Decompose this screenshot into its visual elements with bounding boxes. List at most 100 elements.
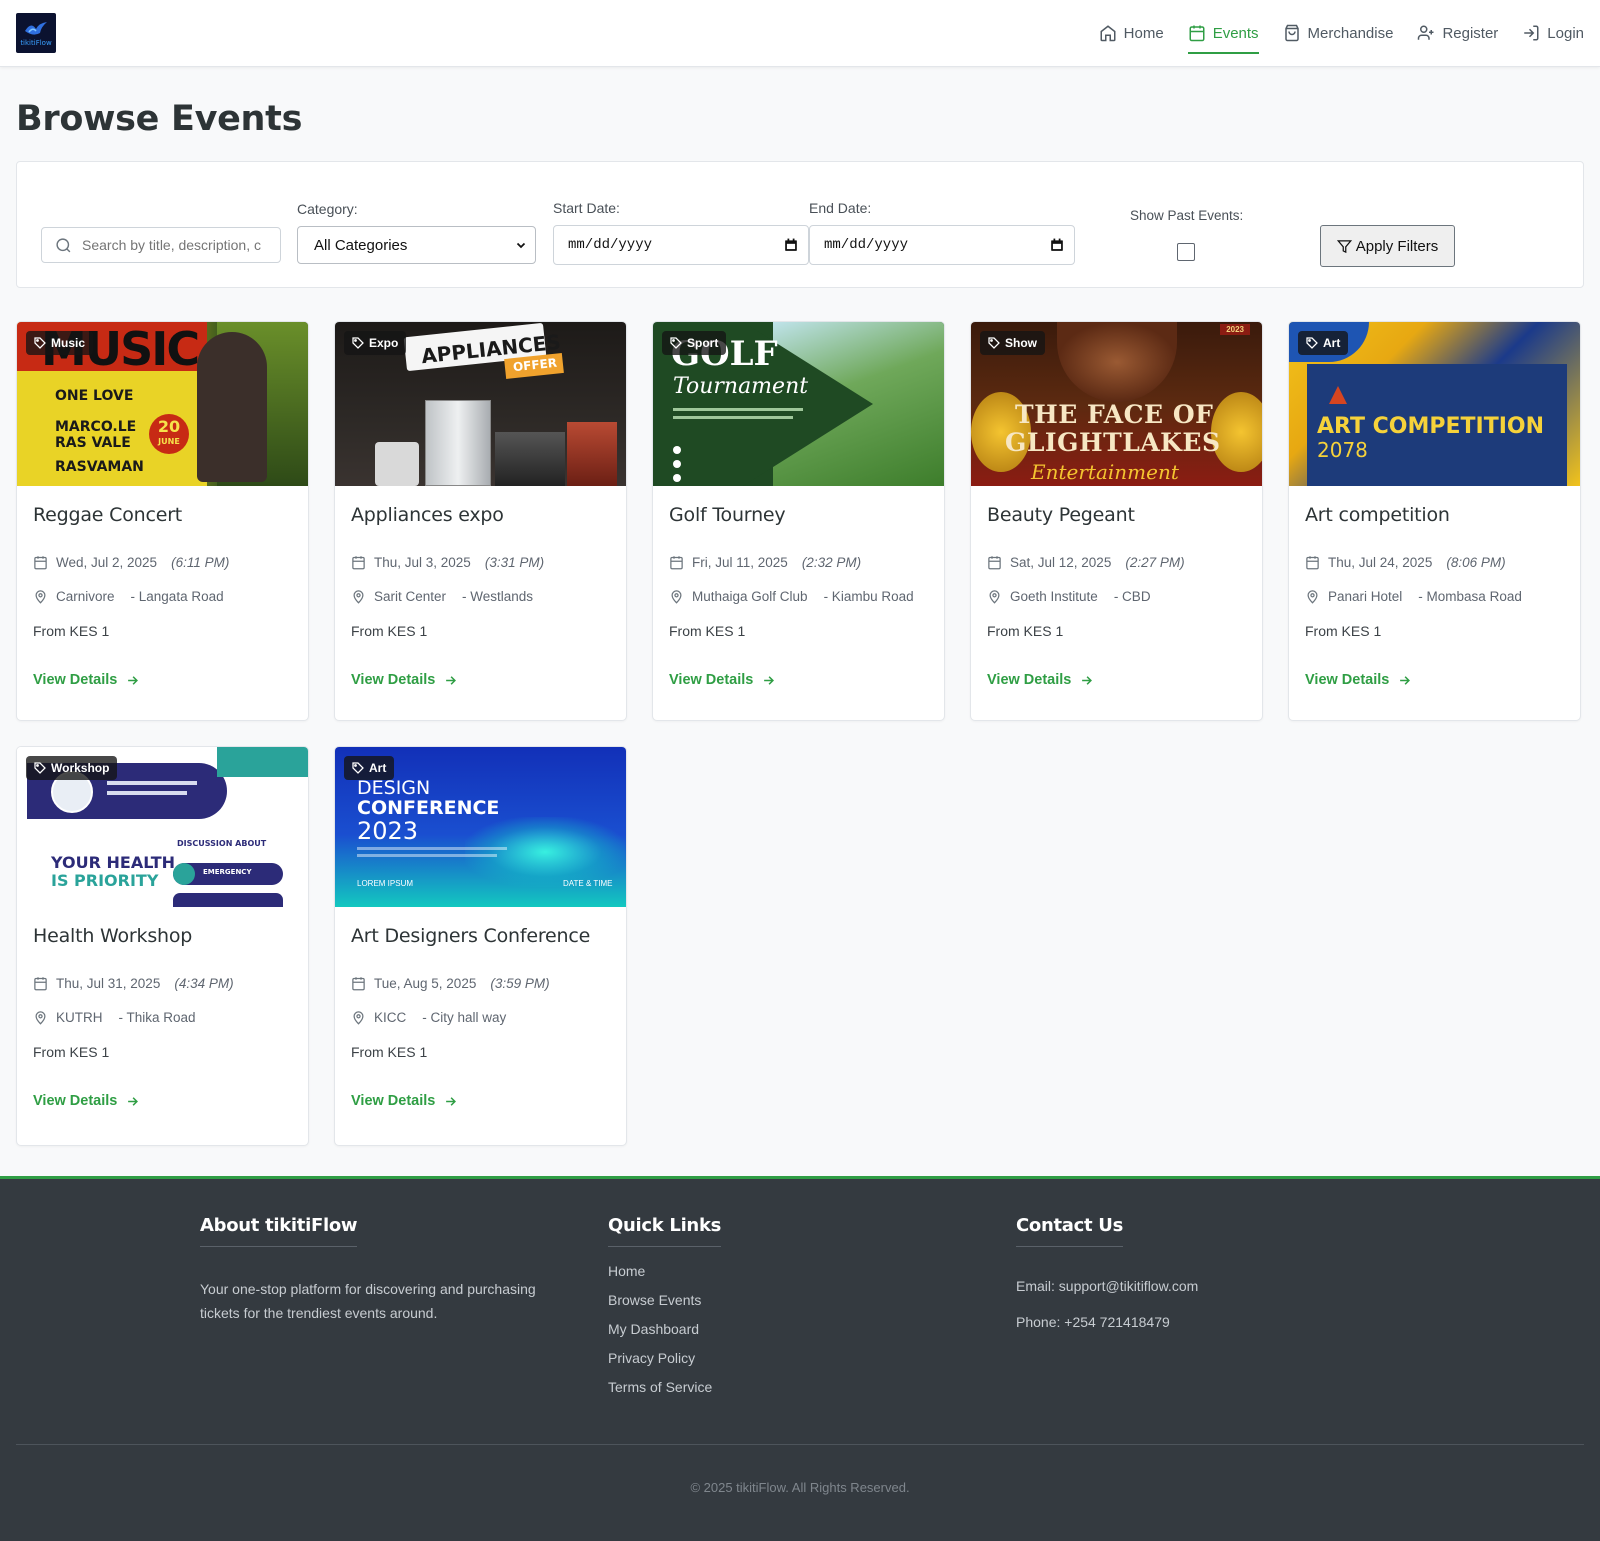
category-label: Category: [297, 201, 358, 217]
event-time-text: (6:11 PM) [171, 555, 230, 570]
poster-text: ONE LOVE [55, 388, 134, 404]
footer-quick-links: Quick Links Home Browse Events My Dashbo… [608, 1215, 721, 1408]
event-card[interactable]: ART COMPETITION 2078 Art Art competition… [1288, 321, 1581, 721]
event-date-text: Wed, Jul 2, 2025 [56, 555, 158, 570]
event-card[interactable]: MUSIC ONE LOVE MARCO.LE RAS VALE RASVAMA… [16, 321, 309, 721]
main-nav: Home Events Merchandise Register Login [1075, 0, 1584, 66]
event-card[interactable]: 2023 THE FACE OF GLIGHTLAKES Entertainme… [970, 321, 1263, 721]
view-details-label: View Details [33, 1093, 118, 1109]
footer-email: Email: support@tikitiflow.com [1016, 1278, 1199, 1294]
footer-link-privacy[interactable]: Privacy Policy [608, 1350, 721, 1366]
event-venue: Goeth Institute [1010, 589, 1098, 604]
view-details-link[interactable]: View Details [987, 672, 1246, 688]
category-badge: Art [1298, 331, 1349, 355]
event-card[interactable]: APPLIANCES OFFER Expo Appliances expo Th… [334, 321, 627, 721]
nav-login[interactable]: Login [1522, 0, 1584, 66]
logo[interactable]: tikitiFlow [16, 13, 56, 53]
login-icon [1524, 25, 1539, 41]
view-details-link[interactable]: View Details [351, 672, 610, 688]
event-card[interactable]: YOUR HEALTH IS PRIORITY DISCUSSION ABOUT… [16, 746, 309, 1146]
footer-links-title: Quick Links [608, 1215, 721, 1247]
footer-link-terms[interactable]: Terms of Service [608, 1379, 721, 1395]
nav-events[interactable]: Events [1187, 0, 1259, 66]
event-location: Goeth Institute - CBD [987, 589, 1246, 604]
search-input[interactable] [82, 237, 272, 253]
poster-date-badge: 20 JUNE [149, 414, 189, 454]
view-details-link[interactable]: View Details [669, 672, 928, 688]
event-price: From KES 1 [1305, 623, 1382, 639]
event-image: DESIGN CONFERENCE 2023 LOREM IPSUM DATE … [335, 747, 626, 907]
footer-about-title: About tikitiFlow [200, 1215, 358, 1247]
search-icon [56, 237, 71, 252]
event-date-text: Fri, Jul 11, 2025 [692, 555, 788, 570]
footer-links-list: Home Browse Events My Dashboard Privacy … [608, 1263, 721, 1395]
top-navbar: tikitiFlow Home Events Merchandise Regis… [0, 0, 1600, 67]
event-date: Thu, Jul 3, 2025 (3:31 PM) [351, 555, 610, 570]
footer-link-browse-events[interactable]: Browse Events [608, 1292, 721, 1308]
poster-text: EMERGENCY [203, 868, 252, 876]
event-time-text: (3:59 PM) [490, 976, 550, 991]
poster-text: MARCO.LE [55, 419, 137, 435]
map-pin-icon [353, 590, 364, 604]
footer-contact-title: Contact Us [1016, 1215, 1123, 1247]
page-title: Browse Events [16, 99, 303, 139]
nav-home[interactable]: Home [1099, 0, 1164, 66]
view-details-link[interactable]: View Details [351, 1093, 610, 1109]
start-date-input[interactable]: mm/dd/yyyy [553, 225, 809, 265]
view-details-link[interactable]: View Details [33, 672, 292, 688]
footer-about-text: Your one-stop platform for discovering a… [200, 1281, 536, 1321]
calendar-icon [1306, 556, 1319, 570]
poster-text: 2023 [1220, 324, 1250, 335]
footer-link-dashboard[interactable]: My Dashboard [608, 1321, 721, 1337]
end-date-input[interactable]: mm/dd/yyyy [809, 225, 1075, 265]
event-area: - CBD [1113, 589, 1151, 604]
view-details-link[interactable]: View Details [1305, 672, 1564, 688]
nav-register[interactable]: Register [1417, 0, 1498, 66]
event-image: 2023 THE FACE OF GLIGHTLAKES Entertainme… [971, 322, 1262, 486]
event-image: APPLIANCES OFFER Expo [335, 322, 626, 486]
event-area: - Kiambu Road [823, 589, 914, 604]
footer-contact: Contact Us Email: support@tikitiflow.com… [1016, 1215, 1198, 1350]
calendar-picker-icon[interactable] [1050, 238, 1064, 252]
poster-text: DATE & TIME [563, 879, 613, 888]
event-card[interactable]: DESIGN CONFERENCE 2023 LOREM IPSUM DATE … [334, 746, 627, 1146]
apply-filters-button[interactable]: Apply Filters [1320, 225, 1455, 267]
search-field[interactable] [41, 227, 281, 263]
event-date: Fri, Jul 11, 2025 (2:32 PM) [669, 555, 928, 570]
event-title: Beauty Pegeant [987, 504, 1135, 526]
view-details-label: View Details [987, 672, 1072, 688]
event-card[interactable]: GOLF Tournament Sport Golf Tourney Fri, … [652, 321, 945, 721]
event-image: YOUR HEALTH IS PRIORITY DISCUSSION ABOUT… [17, 747, 308, 907]
event-location: Muthaiga Golf Club - Kiambu Road [669, 589, 928, 604]
arrow-right-icon [128, 1096, 139, 1106]
event-venue: KICC [374, 1010, 407, 1025]
chevron-down-icon [516, 242, 526, 249]
tag-icon [352, 337, 364, 349]
category-badge-label: Expo [369, 336, 399, 350]
event-time-text: (2:27 PM) [1125, 555, 1185, 570]
calendar-icon [988, 556, 1001, 570]
event-location: KICC - City hall way [351, 1010, 610, 1025]
arrow-right-icon [1082, 675, 1093, 685]
category-select[interactable]: All Categories [297, 226, 536, 264]
event-image: GOLF Tournament Sport [653, 322, 944, 486]
nav-login-label: Login [1547, 24, 1584, 42]
show-past-checkbox[interactable] [1177, 243, 1195, 261]
event-area: - City hall way [422, 1010, 507, 1025]
footer-link-home[interactable]: Home [608, 1263, 721, 1279]
nav-merchandise[interactable]: Merchandise [1283, 0, 1394, 66]
tag-icon [352, 762, 364, 774]
poster-text: 2078 [1317, 438, 1368, 462]
event-price: From KES 1 [351, 623, 428, 639]
event-date-text: Tue, Aug 5, 2025 [374, 976, 477, 991]
event-price: From KES 1 [987, 623, 1064, 639]
event-venue: Sarit Center [374, 589, 447, 604]
nav-merchandise-label: Merchandise [1307, 24, 1394, 42]
category-select-value: All Categories [314, 236, 408, 254]
calendar-picker-icon[interactable] [784, 238, 798, 252]
arrow-right-icon [1400, 675, 1411, 685]
event-time-text: (8:06 PM) [1446, 555, 1506, 570]
view-details-label: View Details [1305, 672, 1390, 688]
end-date-label: End Date: [809, 200, 872, 216]
view-details-link[interactable]: View Details [33, 1093, 292, 1109]
